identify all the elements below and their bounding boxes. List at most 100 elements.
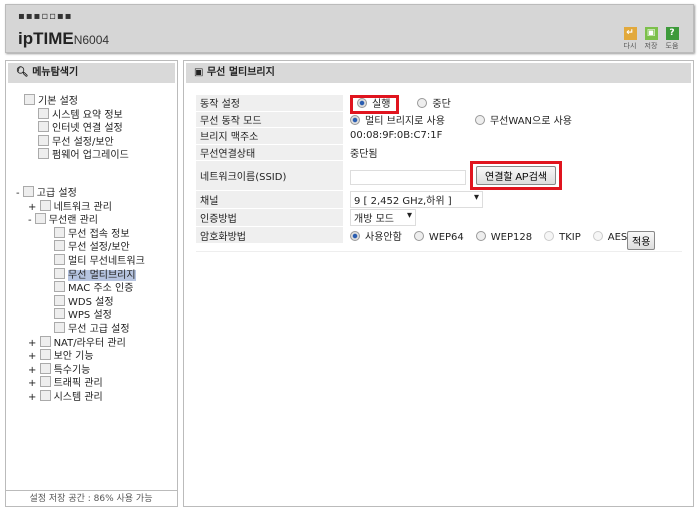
brand-logo-dots: ▪▪▪▫▫▪▪ <box>18 11 73 22</box>
chart-icon <box>38 107 49 119</box>
op-off-radio[interactable] <box>417 98 428 109</box>
menu-label: 인터넷 연결 설정 <box>52 123 123 135</box>
folder-icon <box>22 185 34 197</box>
ap-search-button[interactable]: 연결할 AP검색 <box>476 166 557 186</box>
menu-label: 무선 고급 설정 <box>68 323 130 335</box>
refresh-button[interactable]: ↵ 다시 <box>622 27 638 51</box>
divider <box>196 251 682 252</box>
mode-wan-radio[interactable] <box>474 114 485 125</box>
menu-item[interactable]: 무선 고급 설정 <box>24 321 145 336</box>
menu-advanced[interactable]: - 고급 설정 <box>16 185 145 200</box>
menu-label: 펌웨어 업그레이드 <box>52 150 129 162</box>
page-icon <box>54 308 65 320</box>
page-icon: ▣ <box>194 67 207 78</box>
menu-item[interactable]: MAC 주소 인증 <box>24 281 145 295</box>
mode-label: 무선 동작 모드 <box>196 111 343 129</box>
menu-label: 트래픽 관리 <box>53 378 103 390</box>
mode-wan-label: 무선WAN으로 사용 <box>489 115 573 127</box>
channel-select[interactable]: 9 [ 2,452 GHz,하위 ] ▾ <box>350 191 483 209</box>
menu-item[interactable]: 시스템 요약 정보 <box>24 107 145 122</box>
menu-nat[interactable]: + NAT/라우터 관리 <box>24 335 145 350</box>
enc-wep128-radio[interactable] <box>475 230 486 241</box>
help-label: 도움 <box>665 42 679 50</box>
page-icon <box>54 226 65 238</box>
auth-select[interactable]: 개방 모드 ▾ <box>350 209 416 227</box>
model-name: N6004 <box>73 33 110 47</box>
enc-wep128-label: WEP128 <box>490 231 533 243</box>
op-off-label: 중단 <box>432 99 451 111</box>
menu-item[interactable]: WDS 설정 <box>24 294 145 309</box>
apply-button[interactable]: 적용 <box>627 231 656 250</box>
op-label: 동작 설정 <box>196 95 343 112</box>
menu-item[interactable]: 무선 설정/보안 <box>24 240 145 254</box>
main-panel: ▣ 무선 멀티브리지 동작 설정 실행 중단 무선 동작 모드 멀티 브리지로 사용 무… <box>183 60 694 507</box>
mode-bridge-radio[interactable] <box>350 114 360 125</box>
menu-item[interactable]: 무선 접속 정보 <box>24 226 145 241</box>
page-icon <box>54 267 65 279</box>
status-label: 무선연결상태 <box>196 144 343 162</box>
page-icon <box>54 281 65 293</box>
menu-item[interactable]: 인터넷 연결 설정 <box>24 121 145 135</box>
page-icon <box>54 253 65 265</box>
settings-form: 동작 설정 실행 중단 무선 동작 모드 멀티 브리지로 사용 무선WAN으로 사용 브… <box>196 95 682 244</box>
chart-icon <box>39 389 51 401</box>
help-button[interactable]: ? 도움 <box>664 27 680 51</box>
refresh-label: 다시 <box>623 42 637 50</box>
menu-item-selected[interactable]: 무선 멀티브리지 <box>24 267 145 282</box>
special-icon <box>39 362 51 374</box>
dropdown-arrow-icon: ▾ <box>406 210 412 222</box>
menu-item[interactable]: WPS 설정 <box>24 308 145 322</box>
menu-item[interactable]: 멀티 무선네트워크 <box>24 253 145 268</box>
enc-wep64-label: WEP64 <box>428 231 464 243</box>
menu-security[interactable]: + 보안 기능 <box>24 349 145 363</box>
ssid-label: 네트워크이름(SSID) <box>196 160 343 192</box>
menu-wireless[interactable]: - 무선랜 관리 <box>24 213 145 227</box>
channel-label: 채널 <box>196 190 343 210</box>
wireless-icon <box>38 134 49 146</box>
menu-label: 기본 설정 <box>38 96 78 107</box>
page-icon <box>54 321 65 333</box>
menu-label: NAT/라우터 관리 <box>53 337 126 349</box>
channel-value: 9 [ 2,452 GHz,하위 ] <box>354 196 452 208</box>
enc-wep64-radio[interactable] <box>413 230 424 241</box>
sidebar-header: 🔍︎ 메뉴탐색기 <box>8 63 175 83</box>
traffic-icon <box>39 376 51 388</box>
menu-label: 멀티 무선네트워크 <box>68 255 145 267</box>
lock-icon <box>39 349 51 361</box>
menu-basic[interactable]: 기본 설정 <box>24 94 145 108</box>
menu-label: WPS 설정 <box>68 310 112 322</box>
enc-aes-label: AES <box>607 231 628 243</box>
upgrade-icon <box>38 148 49 160</box>
enc-none-radio[interactable] <box>350 230 360 241</box>
page-title: 무선 멀티브리지 <box>206 67 275 78</box>
monitor-icon <box>38 121 49 133</box>
menu-special[interactable]: + 특수기능 <box>24 362 145 377</box>
help-icon: ? <box>665 27 679 40</box>
page-icon <box>54 294 65 306</box>
menu-label: WDS 설정 <box>68 296 114 308</box>
menu-label: 무선 멀티브리지 <box>68 269 136 281</box>
main-header: ▣ 무선 멀티브리지 <box>186 63 691 83</box>
menu-item[interactable]: 펌웨어 업그레이드 <box>24 148 145 162</box>
menu-label: 네트워크 관리 <box>53 201 112 213</box>
menu-item[interactable]: 무선 설정/보안 <box>24 134 145 149</box>
auth-label: 인증방법 <box>196 208 343 228</box>
menu-label: MAC 주소 인증 <box>68 283 134 295</box>
menu-label: 고급 설정 <box>36 187 77 199</box>
brand-logo: ipTIMEN6004 <box>18 29 109 49</box>
save-icon: ▣ <box>644 27 658 40</box>
network-icon <box>39 199 51 211</box>
mac-label: 브리지 맥주소 <box>196 127 343 145</box>
menu-label: 무선 접속 정보 <box>68 228 130 240</box>
save-button[interactable]: ▣ 저장 <box>643 27 659 51</box>
menu-label: 시스템 요약 정보 <box>52 109 123 121</box>
enc-aes-radio[interactable] <box>592 230 603 241</box>
folder-icon <box>24 94 35 105</box>
menu-network[interactable]: + 네트워크 관리 <box>24 199 145 214</box>
menu-traffic[interactable]: + 트래픽 관리 <box>24 376 145 390</box>
mode-bridge-label: 멀티 브리지로 사용 <box>365 115 445 127</box>
menu-system[interactable]: + 시스템 관리 <box>24 389 145 404</box>
enc-tkip-radio[interactable] <box>544 230 555 241</box>
op-on-radio[interactable] <box>357 98 367 109</box>
ssid-input[interactable] <box>350 169 466 185</box>
